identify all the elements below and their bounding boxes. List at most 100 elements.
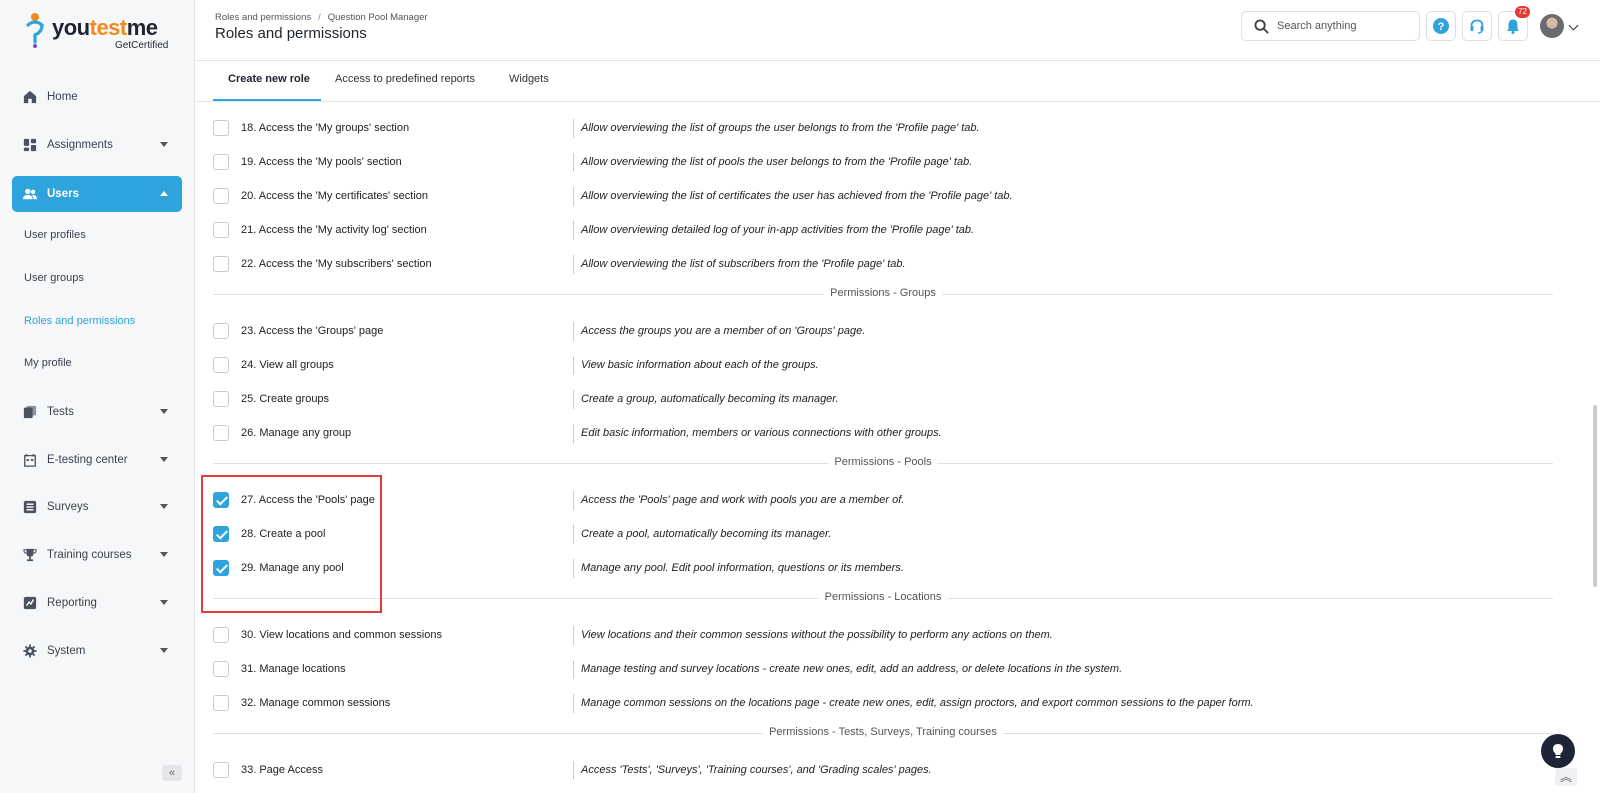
permission-name: 33. Page Access [241, 764, 323, 776]
permission-name: 32. Manage common sessions [241, 697, 391, 709]
permission-row: 24. View all groups View basic informatio… [213, 354, 1533, 378]
sidebar-item-tests[interactable]: Tests [12, 395, 182, 429]
permission-row: 20. Access the 'My certificates' section… [213, 185, 1533, 209]
logo-mark-icon [26, 13, 44, 48]
bell-icon [1507, 19, 1519, 34]
sidebar-item-label: Tests [47, 406, 74, 418]
tab-create-new-role[interactable]: Create new role [228, 73, 310, 85]
tab-access-to-predefined-reports[interactable]: Access to predefined reports [335, 73, 475, 85]
permission-description: Manage any pool. Edit pool information, … [573, 559, 904, 578]
sidebar-item-system[interactable]: System [12, 634, 182, 668]
permission-name: 21. Access the 'My activity log' section [241, 224, 427, 236]
logo-tagline: GetCertified [115, 40, 169, 51]
permission-row: 29. Manage any pool Manage any pool. Edit… [213, 557, 1533, 581]
permission-row: 18. Access the 'My groups' section Allow … [213, 117, 1533, 141]
permission-description: Create a group, automatically becoming i… [573, 390, 839, 409]
sidebar-item-label: System [47, 645, 86, 657]
permission-row: 27. Access the 'Pools' page Access the 'P… [213, 489, 1533, 513]
headset-icon [1470, 19, 1484, 34]
permission-name: 18. Access the 'My groups' section [241, 122, 410, 134]
support-button[interactable] [1462, 11, 1492, 41]
avatar[interactable] [1540, 14, 1564, 38]
sidebar-item-users[interactable]: Users [12, 176, 182, 212]
section-label: Permissions - Pools [828, 456, 938, 468]
permission-checkbox[interactable] [213, 154, 229, 170]
permission-checkbox[interactable] [213, 120, 229, 136]
sidebar-item-surveys[interactable]: Surveys [12, 490, 182, 524]
chevron-down-icon [160, 600, 168, 605]
permission-description: Manage common sessions on the locations … [573, 694, 1254, 713]
permission-checkbox[interactable] [213, 357, 229, 373]
breadcrumb: Roles and permissions / Question Pool Mana… [215, 12, 428, 23]
chevron-up-icon [160, 191, 168, 196]
sidebar-item-e-testing-center[interactable]: E-testing center [12, 443, 182, 477]
help-button[interactable]: ? [1426, 11, 1456, 41]
permission-row: 28. Create a pool Create a pool, automati… [213, 523, 1533, 547]
search-input[interactable] [1277, 20, 1407, 32]
tips-button[interactable] [1541, 734, 1575, 768]
sidebar-item-assignments[interactable]: Assignments [12, 128, 182, 162]
section-label: Permissions - Locations [818, 591, 948, 603]
collapse-sidebar-button[interactable]: « [162, 765, 182, 781]
permission-row: 21. Access the 'My activity log' section… [213, 219, 1533, 243]
sidebar-subitem-user-groups[interactable]: User groups [24, 272, 84, 284]
scrollbar[interactable] [1593, 405, 1597, 587]
permission-name: 31. Manage locations [241, 663, 346, 675]
youtestme-logo[interactable]: youtestme GetCertified [24, 10, 174, 51]
permission-name: 25. Create groups [241, 393, 330, 405]
notifications-button[interactable]: 72 [1498, 6, 1530, 41]
sidebar-item-reporting[interactable]: Reporting [12, 586, 182, 620]
permission-checkbox[interactable] [213, 762, 229, 778]
permission-checkbox[interactable] [213, 695, 229, 711]
permission-row: 22. Access the 'My subscribers' section A… [213, 253, 1533, 277]
chevron-down-icon [160, 648, 168, 653]
permission-name: 30. View locations and common sessions [241, 629, 442, 641]
breadcrumb-item-question-pool-manager[interactable]: Question Pool Manager [328, 12, 428, 23]
permission-checkbox[interactable] [213, 256, 229, 272]
sidebar-item-label: Surveys [47, 501, 89, 513]
permission-checkbox[interactable] [213, 188, 229, 204]
permission-checkbox[interactable] [213, 661, 229, 677]
permission-checkbox[interactable] [213, 323, 229, 339]
permission-description: Allow overviewing the list of groups the… [573, 119, 980, 138]
permission-description: Access the groups you are a member of on… [573, 322, 865, 341]
section-divider: Permissions - Pools [213, 456, 1553, 470]
sidebar-subitem-roles-and-permissions[interactable]: Roles and permissions [24, 315, 135, 327]
section-divider: Permissions - Groups [213, 287, 1553, 301]
dashboard-icon [23, 138, 37, 152]
permission-name: 22. Access the 'My subscribers' section [241, 258, 432, 270]
section-label: Permissions - Groups [824, 287, 942, 299]
sidebar: youtestme GetCertified Home Assignments … [0, 0, 195, 793]
help-icon: ? [1433, 18, 1449, 34]
svg-text:?: ? [1438, 21, 1445, 33]
chevron-down-icon[interactable] [1568, 20, 1579, 31]
chevron-down-icon [160, 504, 168, 509]
permission-row: 31. Manage locations Manage testing and s… [213, 658, 1533, 682]
sidebar-item-label: Home [47, 91, 78, 103]
home-icon [23, 90, 37, 104]
active-tab-indicator [213, 99, 321, 101]
permission-description: Access 'Tests', 'Surveys', 'Training cou… [573, 761, 932, 780]
sidebar-subitem-user-profiles[interactable]: User profiles [24, 229, 86, 241]
scroll-to-top-button[interactable]: ︽ [1555, 768, 1577, 786]
sidebar-item-label: Users [47, 188, 79, 200]
permission-name: 19. Access the 'My pools' section [241, 156, 402, 168]
permission-row: 23. Access the 'Groups' page Access the g… [213, 320, 1533, 344]
permission-checkbox[interactable] [213, 222, 229, 238]
permission-checkbox[interactable] [213, 425, 229, 441]
search-box[interactable] [1241, 11, 1420, 41]
logo-wordmark: youtestme [52, 15, 158, 40]
highlight-box [201, 475, 382, 613]
sidebar-item-training-courses[interactable]: Training courses [12, 538, 182, 572]
permission-checkbox[interactable] [213, 391, 229, 407]
permission-name: 20. Access the 'My certificates' section [241, 190, 428, 202]
permission-name: 26. Manage any group [241, 427, 352, 439]
permission-description: Allow overviewing detailed log of your i… [573, 221, 974, 240]
permission-checkbox[interactable] [213, 627, 229, 643]
breadcrumb-separator: / [318, 12, 321, 23]
permission-row: 33. Page Access Access 'Tests', 'Surveys'… [213, 759, 1533, 783]
sidebar-subitem-my-profile[interactable]: My profile [24, 357, 72, 369]
breadcrumb-item-roles-and-permissions[interactable]: Roles and permissions [215, 12, 311, 23]
sidebar-item-home[interactable]: Home [12, 80, 182, 114]
tab-widgets[interactable]: Widgets [509, 73, 549, 85]
